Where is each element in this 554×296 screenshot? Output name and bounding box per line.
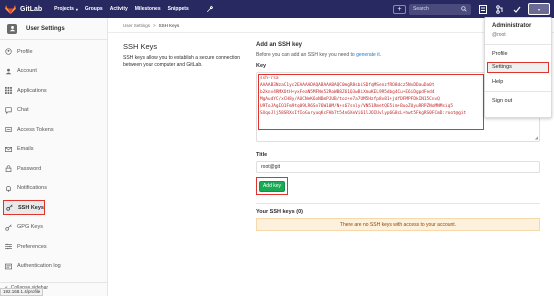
- sidebar-item-label: Chat: [17, 107, 29, 114]
- sidebar-item-password[interactable]: Password: [0, 159, 107, 179]
- todo-icon[interactable]: [511, 3, 523, 15]
- sidebar-item-notifications[interactable]: Notifications: [0, 179, 107, 199]
- search-icon: [461, 6, 467, 12]
- dropdown-divider: [485, 91, 551, 92]
- your-keys-heading: Your SSH keys (0): [256, 209, 303, 215]
- page-description: SSH keys allow you to establish a secure…: [123, 55, 241, 68]
- nav-milestones[interactable]: Milestones: [135, 6, 161, 12]
- sidebar-item-gpg-keys[interactable]: GPG Keys: [0, 218, 107, 238]
- empty-keys-message: There are no SSH keys with access to you…: [256, 218, 540, 231]
- resize-grip-icon[interactable]: ◢: [535, 135, 538, 140]
- chevron-down-icon: ▾: [537, 6, 540, 12]
- nav-snippets[interactable]: Snippets: [168, 6, 189, 12]
- wrench-icon[interactable]: [206, 5, 214, 13]
- settings-sidebar: User Settings Profile Account Applicatio…: [0, 18, 108, 296]
- gitlab-logo-icon: [5, 4, 16, 14]
- brand[interactable]: GitLab: [5, 4, 43, 14]
- sidebar-item-ssh-keys-row: SSH Keys: [0, 198, 107, 218]
- sidebar-item-label: Emails: [17, 146, 34, 153]
- divider: [256, 203, 540, 204]
- sidebar-item-label: Preferences: [17, 243, 47, 250]
- nav-projects[interactable]: Projects ▾: [54, 6, 78, 12]
- account-icon: [5, 68, 12, 75]
- lock-icon: [5, 165, 12, 173]
- title-field[interactable]: root@git: [256, 161, 540, 173]
- key-icon: [5, 224, 12, 231]
- sidebar-item-applications[interactable]: Applications: [0, 81, 107, 101]
- issues-icon[interactable]: [477, 3, 489, 15]
- generate-key-link[interactable]: generate it.: [356, 52, 381, 58]
- sidebar-item-label: Access Tokens: [17, 126, 54, 133]
- sidebar-item-label: Account: [17, 68, 37, 75]
- email-icon: [5, 146, 12, 153]
- sidebar-item-chat[interactable]: Chat: [0, 101, 107, 121]
- token-icon: [5, 126, 12, 133]
- sidebar-item-emails[interactable]: Emails: [0, 140, 107, 160]
- top-navbar: GitLab Projects ▾ Groups Activity Milesto…: [0, 0, 554, 18]
- dropdown-item-settings[interactable]: Settings: [487, 62, 549, 73]
- applications-icon: [5, 87, 12, 95]
- add-key-button[interactable]: Add key: [259, 180, 285, 192]
- key-icon: [6, 204, 13, 211]
- chat-icon: [5, 107, 12, 114]
- status-bar-url: 192.168.1.4/profile: [0, 288, 44, 296]
- search-input[interactable]: Search: [409, 3, 471, 15]
- breadcrumb-separator: >: [153, 22, 156, 28]
- sidebar-item-label: Applications: [17, 87, 47, 94]
- breadcrumb-current[interactable]: SSH Keys: [159, 23, 180, 28]
- dropdown-item-sign-out[interactable]: Sign out: [492, 98, 512, 104]
- profile-icon: [5, 48, 12, 55]
- sidebar-item-profile[interactable]: Profile: [0, 42, 107, 62]
- sidebar-item-authentication-log[interactable]: Authentication log: [0, 257, 107, 277]
- sidebar-item-label: Profile: [17, 48, 33, 55]
- page-title: SSH Keys: [123, 42, 158, 51]
- sidebar-item-label: GPG Keys: [17, 224, 43, 231]
- nav-projects-label: Projects: [54, 6, 74, 12]
- sidebar-item-label: Authentication log: [17, 263, 61, 270]
- user-menu-button[interactable]: ▾: [528, 3, 550, 15]
- sidebar-header[interactable]: User Settings: [0, 18, 107, 40]
- sidebar-item-preferences[interactable]: Preferences: [0, 237, 107, 257]
- preferences-icon: [5, 243, 12, 250]
- add-key-intro-text: Before you can add an SSH key you need t…: [256, 52, 357, 58]
- user-dropdown-menu: Administrator @root Profile Settings Hel…: [484, 17, 552, 118]
- dropdown-item-help[interactable]: Help: [492, 79, 503, 85]
- title-label: Title: [256, 152, 268, 158]
- add-key-highlight-box: Add key: [256, 177, 288, 195]
- sidebar-title: User Settings: [26, 25, 65, 32]
- search-placeholder: Search: [413, 6, 429, 12]
- sidebar-item-label: Password: [17, 165, 42, 172]
- user-avatar-icon: [7, 23, 17, 34]
- brand-name: GitLab: [20, 5, 43, 13]
- breadcrumb-parent[interactable]: User Settings: [123, 23, 150, 28]
- sidebar-item-label: Notifications: [17, 185, 47, 192]
- dropdown-username: @root: [492, 32, 506, 38]
- nav-groups[interactable]: Groups: [85, 6, 103, 12]
- ssh-info-column: SSH Keys SSH keys allow you to establish…: [123, 42, 243, 69]
- dropdown-user-name: Administrator: [492, 23, 532, 29]
- nav-activity[interactable]: Activity: [110, 6, 128, 12]
- sidebar-footer: « Collapse sidebar 192.168.1.4/profile: [0, 282, 107, 296]
- chevron-down-icon: ▾: [75, 6, 78, 12]
- log-icon: [5, 263, 12, 270]
- bell-icon: [5, 185, 12, 192]
- nav-right: + Search ▾: [393, 0, 554, 18]
- new-dropdown-button[interactable]: +: [393, 4, 406, 14]
- sidebar-item-account[interactable]: Account: [0, 62, 107, 82]
- sidebar-list: Profile Account Applications Chat Access…: [0, 40, 107, 276]
- nav-links: Projects ▾ Groups Activity Milestones Sni…: [54, 5, 214, 13]
- dropdown-item-profile[interactable]: Profile: [492, 51, 508, 57]
- dropdown-divider: [485, 44, 551, 45]
- sidebar-item-label: SSH Keys: [18, 204, 44, 211]
- merge-request-icon[interactable]: [494, 3, 506, 15]
- sidebar-item-ssh-keys[interactable]: SSH Keys: [3, 200, 45, 216]
- sidebar-item-access-tokens[interactable]: Access Tokens: [0, 120, 107, 140]
